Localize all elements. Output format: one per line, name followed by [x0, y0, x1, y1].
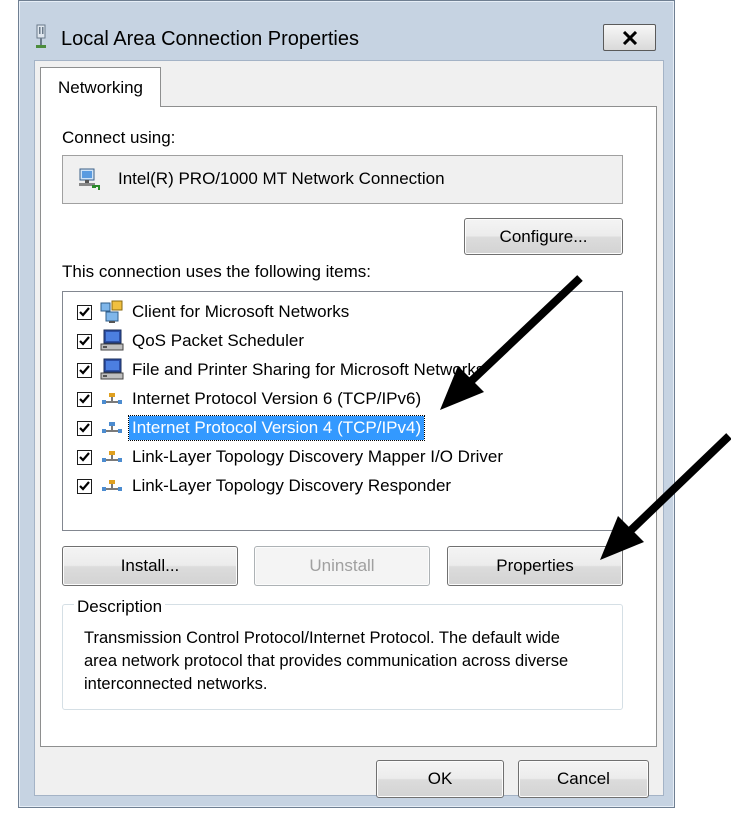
protocol-icon [102, 480, 122, 491]
list-item-file-and-printer-sharing[interactable]: File and Printer Sharing for Microsoft N… [77, 357, 487, 383]
adapter-name: Intel(R) PRO/1000 MT Network Connection [118, 169, 445, 188]
check-icon [79, 336, 90, 346]
item-checkbox[interactable] [77, 449, 92, 465]
adapter-field: Intel(R) PRO/1000 MT Network Connection [62, 155, 623, 204]
item-checkbox[interactable] [77, 362, 92, 378]
network-client-icon [100, 300, 123, 323]
check-icon [79, 394, 90, 404]
list-item-ipv6[interactable]: Internet Protocol Version 6 (TCP/IPv6) [77, 386, 424, 412]
description-text: Transmission Control Protocol/Internet P… [84, 629, 569, 693]
protocol-icon [102, 451, 122, 462]
item-label: QoS Packet Scheduler [132, 331, 304, 350]
cancel-button[interactable]: Cancel [518, 760, 649, 798]
list-item-ipv4[interactable]: Internet Protocol Version 4 (TCP/IPv4) [77, 415, 426, 441]
item-label: Client for Microsoft Networks [132, 302, 350, 321]
item-label: Internet Protocol Version 4 (TCP/IPv4) [127, 415, 426, 441]
items-list-label: This connection uses the following items… [62, 262, 371, 281]
check-icon [79, 452, 90, 462]
item-checkbox[interactable] [77, 333, 92, 349]
item-label: Link-Layer Topology Discovery Responder [132, 476, 452, 495]
connect-using-label: Connect using: [62, 128, 176, 147]
item-checkbox[interactable] [77, 304, 92, 320]
tab-label: Networking [57, 77, 144, 97]
close-button[interactable] [603, 24, 656, 51]
close-icon [622, 30, 637, 45]
list-item-lltd-mapper[interactable]: Link-Layer Topology Discovery Mapper I/O… [77, 444, 506, 470]
window-title: Local Area Connection Properties [61, 28, 359, 50]
item-checkbox[interactable] [77, 420, 92, 436]
check-icon [79, 481, 90, 491]
item-checkbox[interactable] [77, 391, 92, 407]
item-label: Link-Layer Topology Discovery Mapper I/O… [132, 447, 503, 466]
list-item-qos-packet-scheduler[interactable]: QoS Packet Scheduler [77, 328, 307, 354]
uninstall-button[interactable]: Uninstall [254, 546, 430, 586]
item-label: File and Printer Sharing for Microsoft N… [132, 360, 485, 379]
configure-button[interactable]: Configure... [464, 218, 623, 255]
properties-button[interactable]: Properties [447, 546, 623, 586]
check-icon [79, 365, 90, 375]
network-connection-icon [36, 24, 46, 48]
check-icon [79, 423, 90, 433]
network-adapter-icon [79, 168, 100, 190]
list-item-lltd-responder[interactable]: Link-Layer Topology Discovery Responder [77, 473, 454, 499]
check-icon [79, 307, 90, 317]
computer-service-icon [100, 329, 124, 351]
item-label: Internet Protocol Version 6 (TCP/IPv6) [132, 389, 422, 408]
item-checkbox[interactable] [77, 478, 92, 494]
description-legend: Description [74, 597, 166, 617]
protocol-icon [102, 422, 122, 433]
install-button[interactable]: Install... [62, 546, 238, 586]
protocol-icon [102, 393, 122, 404]
tab-networking[interactable]: Networking [40, 67, 161, 107]
list-item-client-for-microsoft-networks[interactable]: Client for Microsoft Networks [77, 299, 352, 325]
components-list[interactable]: Client for Microsoft Networks QoS Packet… [62, 291, 623, 531]
computer-service-icon [100, 358, 124, 380]
ok-button[interactable]: OK [376, 760, 504, 798]
